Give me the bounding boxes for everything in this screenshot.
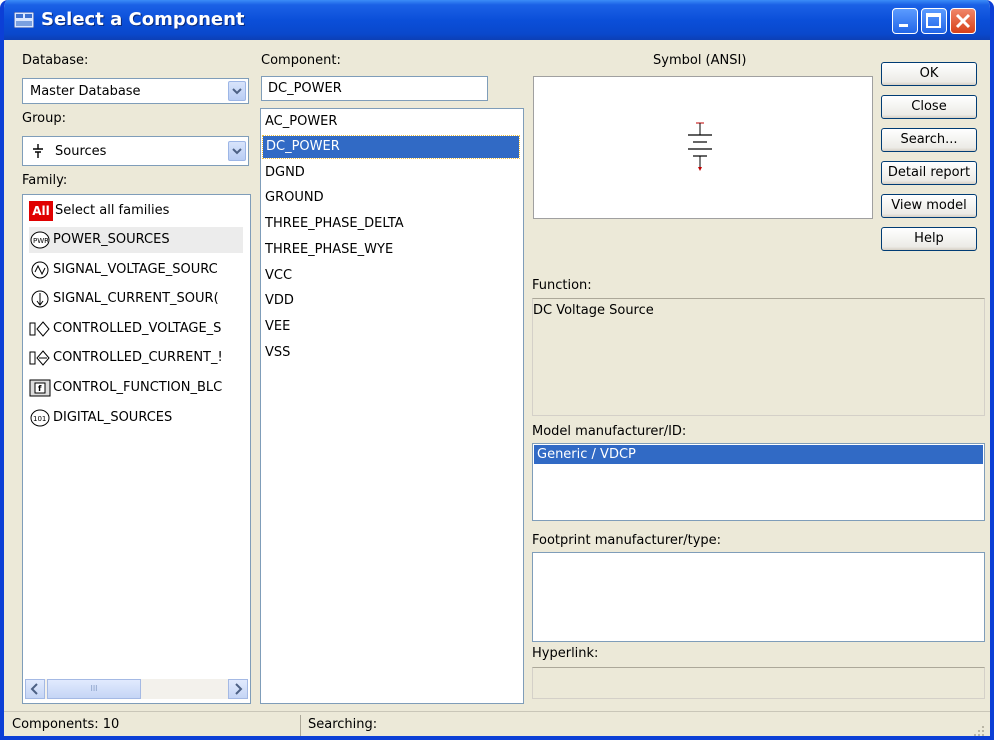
all-families-icon: All: [29, 200, 53, 221]
family-item-label: CONTROLLED_VOLTAGE_S: [53, 321, 222, 336]
component-item-selected[interactable]: DC_POWER: [262, 135, 520, 159]
controlled-current-icon: [29, 349, 50, 366]
close-button[interactable]: Close: [881, 95, 977, 119]
family-item-power-sources[interactable]: PWR POWER_SOURCES: [29, 227, 243, 253]
function-panel: DC Voltage Source: [532, 298, 985, 416]
controlled-voltage-icon: [29, 320, 50, 337]
footprint-label: Footprint manufacturer/type:: [532, 533, 722, 548]
family-horizontal-scrollbar[interactable]: III: [25, 679, 248, 699]
chevron-down-icon: [232, 88, 242, 95]
family-list[interactable]: All Select all families PWR POWER_SOURCES …: [22, 194, 251, 704]
signal-voltage-icon: [31, 261, 49, 278]
resize-grip-icon[interactable]: [972, 724, 986, 738]
database-dropdown-button[interactable]: [228, 81, 246, 101]
database-label: Database:: [22, 53, 89, 68]
component-item[interactable]: AC_POWER: [265, 111, 337, 133]
footprint-list[interactable]: [532, 552, 985, 642]
close-icon: [955, 13, 971, 29]
family-item-controlled-voltage[interactable]: CONTROLLED_VOLTAGE_S: [29, 316, 243, 342]
app-icon: [14, 12, 34, 28]
component-value: DC_POWER: [268, 81, 342, 96]
family-item-label: SIGNAL_VOLTAGE_SOURC: [53, 262, 218, 277]
component-item[interactable]: GROUND: [265, 187, 324, 209]
component-item[interactable]: VDD: [265, 290, 294, 312]
status-bar: Components: 10 Searching:: [4, 711, 990, 738]
component-item[interactable]: DGND: [265, 162, 305, 184]
maximize-button[interactable]: [921, 8, 947, 34]
group-dropdown-button[interactable]: [228, 141, 246, 161]
view-model-button[interactable]: View model: [881, 194, 977, 218]
family-item-signal-current[interactable]: SIGNAL_CURRENT_SOUR(: [29, 286, 243, 312]
ok-button[interactable]: OK: [881, 62, 977, 86]
chevron-down-icon: [232, 148, 242, 155]
component-item[interactable]: VSS: [265, 342, 290, 364]
dc-power-symbol-icon: [688, 122, 712, 171]
function-label: Function:: [532, 278, 592, 293]
select-component-dialog: Select a Component Database: Master Data…: [0, 0, 994, 740]
detail-report-button[interactable]: Detail report: [881, 161, 977, 185]
function-value: DC Voltage Source: [533, 303, 654, 318]
component-search-input[interactable]: DC_POWER: [261, 76, 488, 101]
symbol-label: Symbol (ANSI): [653, 53, 747, 68]
family-item-controlled-current[interactable]: CONTROLLED_CURRENT_!: [29, 345, 243, 371]
minimize-icon: [899, 24, 908, 27]
window-title: Select a Component: [41, 9, 245, 30]
model-item-selected[interactable]: Generic / VDCP: [534, 445, 983, 464]
close-window-button[interactable]: [950, 8, 976, 34]
component-item[interactable]: VEE: [265, 316, 290, 338]
signal-current-icon: [31, 290, 49, 307]
group-label: Group:: [22, 111, 66, 126]
scroll-right-button[interactable]: [228, 679, 248, 699]
family-item-label: POWER_SOURCES: [53, 232, 170, 247]
component-item[interactable]: THREE_PHASE_DELTA: [265, 213, 404, 235]
chevron-right-icon: [235, 683, 243, 695]
component-list[interactable]: AC_POWER DC_POWER DGND GROUND THREE_PHAS…: [260, 108, 524, 704]
symbol-preview: [533, 76, 873, 219]
family-item-label: DIGITAL_SOURCES: [53, 410, 173, 425]
family-item-all[interactable]: All Select all families: [29, 198, 243, 224]
search-status: Searching:: [308, 717, 378, 732]
hyperlink-field[interactable]: [532, 667, 985, 699]
component-label: Component:: [261, 53, 341, 68]
family-item-digital-sources[interactable]: 101 DIGITAL_SOURCES: [29, 405, 243, 431]
digital-source-icon: 101: [30, 409, 50, 426]
group-select[interactable]: Sources: [22, 136, 249, 166]
dc-source-icon: [33, 144, 43, 158]
scroll-thumb[interactable]: III: [47, 679, 141, 699]
model-list[interactable]: Generic / VDCP: [532, 443, 985, 521]
family-item-label: CONTROL_FUNCTION_BLC: [53, 380, 223, 395]
component-item[interactable]: THREE_PHASE_WYE: [265, 239, 393, 261]
status-divider: [300, 715, 301, 736]
model-label: Model manufacturer/ID:: [532, 424, 687, 439]
component-item[interactable]: VCC: [265, 265, 292, 287]
family-item-signal-voltage[interactable]: SIGNAL_VOLTAGE_SOURC: [29, 257, 243, 283]
control-function-icon: f: [29, 379, 51, 396]
family-item-label: Select all families: [55, 203, 170, 218]
group-value: Sources: [55, 144, 107, 159]
family-label: Family:: [22, 173, 68, 188]
help-button[interactable]: Help: [881, 227, 977, 251]
hyperlink-label: Hyperlink:: [532, 646, 599, 661]
title-bar[interactable]: Select a Component: [4, 0, 990, 40]
minimize-button[interactable]: [892, 8, 918, 34]
chevron-left-icon: [30, 683, 38, 695]
database-select[interactable]: Master Database: [22, 78, 249, 104]
svg-text:PWR: PWR: [33, 237, 49, 245]
svg-text:f: f: [38, 384, 42, 393]
scroll-left-button[interactable]: [25, 679, 45, 699]
component-count: Components: 10: [12, 717, 120, 732]
family-item-label: SIGNAL_CURRENT_SOUR(: [53, 291, 219, 306]
family-item-label: CONTROLLED_CURRENT_!: [53, 350, 223, 365]
maximize-icon: [926, 13, 941, 28]
search-button[interactable]: Search...: [881, 128, 977, 152]
family-item-control-function[interactable]: f CONTROL_FUNCTION_BLC: [29, 375, 243, 401]
svg-text:101: 101: [33, 415, 46, 423]
power-source-icon: PWR: [30, 231, 50, 248]
database-value: Master Database: [30, 84, 141, 99]
